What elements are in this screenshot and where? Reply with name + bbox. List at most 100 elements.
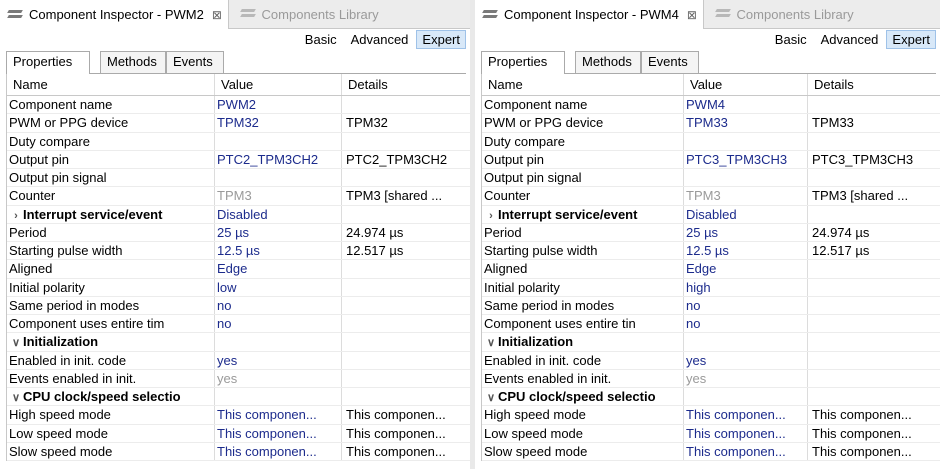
property-row[interactable]: Component name PWM4 <box>482 96 940 115</box>
property-value[interactable]: no <box>684 296 808 314</box>
property-value[interactable]: Edge <box>684 260 808 278</box>
property-row[interactable]: Low speed mode This componen... This compo… <box>7 424 470 443</box>
property-row[interactable]: ∨ Initialization <box>482 333 940 352</box>
tab-events[interactable]: Events <box>641 51 699 73</box>
property-row[interactable]: Slow speed mode This componen... This comp… <box>7 442 470 461</box>
expand-chevron-icon[interactable]: › <box>9 207 23 223</box>
property-value[interactable]: 12.5 µs <box>215 242 342 260</box>
property-row[interactable]: Starting pulse width 12.5 µs 12.517 µs <box>7 242 470 261</box>
property-row[interactable]: Events enabled in init. yes <box>7 369 470 388</box>
property-value[interactable]: 12.5 µs <box>684 242 808 260</box>
property-value[interactable]: PWM4 <box>684 96 808 114</box>
property-row[interactable]: Output pin PTC2_TPM3CH2 PTC2_TPM3CH2 <box>7 150 470 169</box>
property-value[interactable] <box>684 132 808 150</box>
property-row[interactable]: Output pin PTC3_TPM3CH3 PTC3_TPM3CH3 <box>482 150 940 169</box>
property-row[interactable]: PWM or PPG device TPM32 TPM32 <box>7 114 470 133</box>
property-value[interactable]: This componen... <box>684 406 808 424</box>
property-row[interactable]: Enabled in init. code yes <box>482 351 940 370</box>
property-row[interactable]: Component uses entire tim no <box>7 315 470 334</box>
property-row[interactable]: › Interrupt service/event Disabled <box>7 205 470 224</box>
property-value[interactable] <box>215 132 342 150</box>
property-value[interactable]: TPM33 <box>684 114 808 132</box>
tab-methods[interactable]: Methods <box>575 51 641 73</box>
tab-properties[interactable]: Properties <box>481 51 565 74</box>
tab-events[interactable]: Events <box>166 51 224 73</box>
property-row[interactable]: Duty compare <box>7 132 470 151</box>
tab-component-inspector[interactable]: Component Inspector - PWM4 ⊠ <box>475 0 704 29</box>
property-value[interactable]: yes <box>215 351 342 369</box>
property-row[interactable]: ∨ Initialization <box>7 333 470 352</box>
property-row[interactable]: Component name PWM2 <box>7 96 470 115</box>
property-row[interactable]: Duty compare <box>482 132 940 151</box>
property-value[interactable]: Edge <box>215 260 342 278</box>
property-value[interactable]: 25 µs <box>684 223 808 241</box>
property-value[interactable]: yes <box>684 351 808 369</box>
property-value[interactable]: PTC2_TPM3CH2 <box>215 150 342 168</box>
property-row[interactable]: Low speed mode This componen... This compo… <box>482 424 940 443</box>
property-value[interactable]: TPM32 <box>215 114 342 132</box>
property-row[interactable]: ∨ CPU clock/speed selectio <box>482 388 940 407</box>
property-row[interactable]: Output pin signal <box>482 169 940 188</box>
property-value[interactable]: high <box>684 278 808 296</box>
property-value[interactable]: This componen... <box>684 442 808 460</box>
property-value[interactable] <box>684 333 808 351</box>
property-row[interactable]: Period 25 µs 24.974 µs <box>482 223 940 242</box>
property-row[interactable]: › Interrupt service/event Disabled <box>482 205 940 224</box>
property-row[interactable]: Counter TPM3 TPM3 [shared ... <box>482 187 940 206</box>
tab-methods[interactable]: Methods <box>100 51 166 73</box>
property-row[interactable]: PWM or PPG device TPM33 TPM33 <box>482 114 940 133</box>
mode-expert-button[interactable]: Expert <box>416 30 466 49</box>
property-row[interactable]: Slow speed mode This componen... This comp… <box>482 442 940 461</box>
mode-basic-button[interactable]: Basic <box>299 30 343 49</box>
collapse-chevron-icon[interactable]: ∨ <box>484 389 498 405</box>
property-row[interactable]: Enabled in init. code yes <box>7 351 470 370</box>
tab-properties[interactable]: Properties <box>6 51 90 74</box>
property-value[interactable]: This componen... <box>215 442 342 460</box>
property-value[interactable]: no <box>215 296 342 314</box>
property-value[interactable]: Disabled <box>215 205 342 223</box>
property-value[interactable] <box>215 169 342 187</box>
expand-chevron-icon[interactable]: › <box>484 207 498 223</box>
property-value[interactable] <box>684 388 808 406</box>
property-value[interactable]: This componen... <box>684 424 808 442</box>
column-header-details[interactable]: Details <box>808 74 940 95</box>
property-value[interactable]: TPM3 <box>684 187 808 205</box>
property-row[interactable]: Output pin signal <box>7 169 470 188</box>
collapse-chevron-icon[interactable]: ∨ <box>9 334 23 350</box>
property-row[interactable]: Counter TPM3 TPM3 [shared ... <box>7 187 470 206</box>
property-value[interactable]: PWM2 <box>215 96 342 114</box>
column-header-name[interactable]: Name <box>482 74 684 95</box>
property-row[interactable]: Aligned Edge <box>482 260 940 279</box>
property-row[interactable]: Same period in modes no <box>482 296 940 315</box>
property-row[interactable]: Aligned Edge <box>7 260 470 279</box>
mode-advanced-button[interactable]: Advanced <box>345 30 415 49</box>
property-value[interactable]: 25 µs <box>215 223 342 241</box>
property-value[interactable]: This componen... <box>215 406 342 424</box>
property-value[interactable] <box>215 388 342 406</box>
property-row[interactable]: High speed mode This componen... This comp… <box>482 406 940 425</box>
property-value[interactable]: This componen... <box>215 424 342 442</box>
tab-component-inspector[interactable]: Component Inspector - PWM2 ⊠ <box>0 0 229 29</box>
property-row[interactable]: Initial polarity low <box>7 278 470 297</box>
mode-advanced-button[interactable]: Advanced <box>815 30 885 49</box>
property-value[interactable]: low <box>215 278 342 296</box>
property-value[interactable]: yes <box>684 369 808 387</box>
tab-components-library[interactable]: Components Library <box>233 0 385 28</box>
collapse-chevron-icon[interactable]: ∨ <box>9 389 23 405</box>
property-value[interactable]: TPM3 <box>215 187 342 205</box>
tab-components-library[interactable]: Components Library <box>708 0 860 28</box>
property-row[interactable]: Starting pulse width 12.5 µs 12.517 µs <box>482 242 940 261</box>
property-value[interactable]: no <box>684 315 808 333</box>
close-icon[interactable]: ⊠ <box>687 8 697 22</box>
property-value[interactable] <box>215 333 342 351</box>
close-icon[interactable]: ⊠ <box>212 8 222 22</box>
property-row[interactable]: ∨ CPU clock/speed selectio <box>7 388 470 407</box>
collapse-chevron-icon[interactable]: ∨ <box>484 334 498 350</box>
column-header-name[interactable]: Name <box>7 74 215 95</box>
property-value[interactable]: Disabled <box>684 205 808 223</box>
column-header-value[interactable]: Value <box>215 74 342 95</box>
property-value[interactable]: yes <box>215 369 342 387</box>
property-row[interactable]: Events enabled in init. yes <box>482 369 940 388</box>
column-header-value[interactable]: Value <box>684 74 808 95</box>
mode-basic-button[interactable]: Basic <box>769 30 813 49</box>
